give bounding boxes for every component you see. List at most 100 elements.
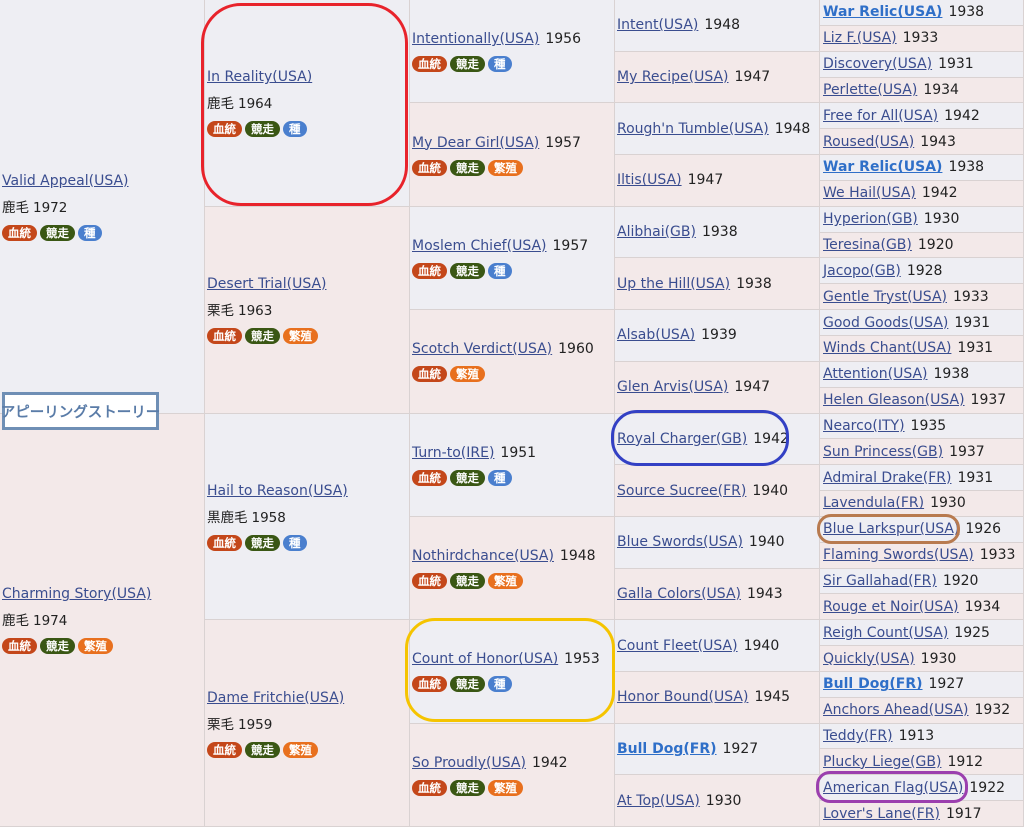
horse-name-link[interactable]: American Flag(USA) [823, 780, 963, 796]
horse-name-link[interactable]: Turn-to(IRE) [412, 445, 494, 461]
horse-name-link[interactable]: Winds Chant(USA) [823, 340, 951, 356]
horse-name-link[interactable]: We Hail(USA) [823, 185, 916, 201]
badge-race[interactable]: 競走 [450, 676, 485, 693]
badge-blood[interactable]: 血統 [412, 573, 447, 590]
badge-blood[interactable]: 血統 [412, 469, 447, 486]
badge-blood[interactable]: 血統 [207, 534, 242, 551]
horse-name-link[interactable]: My Dear Girl(USA) [412, 135, 539, 151]
horse-name-link[interactable]: Anchors Ahead(USA) [823, 702, 969, 718]
horse-name-link[interactable]: War Relic(USA) [823, 159, 942, 175]
horse-name-link[interactable]: Hail to Reason(USA) [207, 483, 348, 499]
horse-name-link[interactable]: Royal Charger(GB) [617, 431, 747, 447]
badge-blood[interactable]: 血統 [207, 741, 242, 758]
horse-name-link[interactable]: Intentionally(USA) [412, 31, 539, 47]
badge-blood[interactable]: 血統 [412, 262, 447, 279]
horse-name-link[interactable]: Count Fleet(USA) [617, 638, 738, 654]
horse-name-link[interactable]: Scotch Verdict(USA) [412, 341, 552, 357]
badge-breed[interactable]: 繁殖 [283, 741, 318, 758]
badge-race[interactable]: 競走 [40, 224, 75, 241]
horse-name-link[interactable]: Count of Honor(USA) [412, 651, 558, 667]
horse-name-link[interactable]: Helen Gleason(USA) [823, 392, 965, 408]
horse-name-link[interactable]: Nearco(ITY) [823, 418, 905, 434]
badge-blood[interactable]: 血統 [207, 328, 242, 345]
horse-name-link[interactable]: Quickly(USA) [823, 651, 915, 667]
horse-name-link[interactable]: Blue Swords(USA) [617, 534, 743, 550]
badge-blood[interactable]: 血統 [412, 366, 447, 383]
horse-name-link[interactable]: Nothirdchance(USA) [412, 548, 554, 564]
badge-race[interactable]: 競走 [450, 573, 485, 590]
badge-race[interactable]: 競走 [450, 779, 485, 796]
badge-breed[interactable]: 繁殖 [450, 366, 485, 383]
horse-name-link[interactable]: Hyperion(GB) [823, 211, 918, 227]
badge-blood[interactable]: 血統 [2, 224, 37, 241]
horse-name-link[interactable]: In Reality(USA) [207, 69, 312, 85]
horse-name-link[interactable]: Admiral Drake(FR) [823, 470, 951, 486]
badge-blood[interactable]: 血統 [207, 121, 242, 138]
horse-name-link[interactable]: My Recipe(USA) [617, 69, 729, 85]
horse-name-link[interactable]: Attention(USA) [823, 366, 928, 382]
horse-name-link[interactable]: Dame Fritchie(USA) [207, 690, 344, 706]
horse-name-link[interactable]: Glen Arvis(USA) [617, 379, 728, 395]
badge-stud[interactable]: 種 [488, 469, 512, 486]
horse-name-link[interactable]: Plucky Liege(GB) [823, 754, 941, 770]
badge-stud[interactable]: 種 [283, 534, 307, 551]
horse-name-link[interactable]: Valid Appeal(USA) [2, 173, 129, 189]
horse-name-link[interactable]: Free for All(USA) [823, 108, 938, 124]
badge-race[interactable]: 競走 [40, 638, 75, 655]
horse-name-link[interactable]: Alibhai(GB) [617, 224, 696, 240]
horse-name-link[interactable]: Source Sucree(FR) [617, 483, 746, 499]
badge-stud[interactable]: 種 [488, 676, 512, 693]
horse-name-link[interactable]: Iltis(USA) [617, 172, 682, 188]
badge-breed[interactable]: 繁殖 [488, 159, 523, 176]
horse-name-link[interactable]: Moslem Chief(USA) [412, 238, 547, 254]
badge-stud[interactable]: 種 [488, 56, 512, 73]
badge-stud[interactable]: 種 [283, 121, 307, 138]
horse-name-link[interactable]: Blue Larkspur(USA) [823, 521, 959, 537]
badge-stud[interactable]: 種 [78, 224, 102, 241]
badge-blood[interactable]: 血統 [412, 676, 447, 693]
badge-breed[interactable]: 繁殖 [78, 638, 113, 655]
horse-name-link[interactable]: Gentle Tryst(USA) [823, 289, 947, 305]
badge-breed[interactable]: 繁殖 [488, 573, 523, 590]
badge-race[interactable]: 競走 [245, 534, 280, 551]
horse-name-link[interactable]: So Proudly(USA) [412, 755, 526, 771]
horse-name-link[interactable]: War Relic(USA) [823, 4, 942, 20]
badge-race[interactable]: 競走 [245, 741, 280, 758]
horse-name-link[interactable]: Lavendula(FR) [823, 495, 924, 511]
horse-name-link[interactable]: Lover's Lane(FR) [823, 806, 940, 822]
horse-name-link[interactable]: Rough'n Tumble(USA) [617, 121, 769, 137]
horse-name-link[interactable]: Teresina(GB) [823, 237, 912, 253]
badge-race[interactable]: 競走 [450, 469, 485, 486]
horse-name-link[interactable]: Teddy(FR) [823, 728, 893, 744]
horse-name-link[interactable]: Flaming Swords(USA) [823, 547, 974, 563]
horse-name-link[interactable]: Alsab(USA) [617, 327, 695, 343]
horse-name-link[interactable]: Charming Story(USA) [2, 586, 151, 602]
horse-name-link[interactable]: Honor Bound(USA) [617, 689, 748, 705]
badge-stud[interactable]: 種 [488, 262, 512, 279]
badge-blood[interactable]: 血統 [412, 159, 447, 176]
horse-name-link[interactable]: Bull Dog(FR) [617, 741, 717, 757]
horse-name-link[interactable]: Reigh Count(USA) [823, 625, 948, 641]
badge-blood[interactable]: 血統 [412, 779, 447, 796]
badge-race[interactable]: 競走 [450, 262, 485, 279]
badge-breed[interactable]: 繁殖 [488, 779, 523, 796]
horse-name-link[interactable]: Intent(USA) [617, 17, 698, 33]
badge-breed[interactable]: 繁殖 [283, 328, 318, 345]
horse-name-link[interactable]: Desert Trial(USA) [207, 276, 327, 292]
horse-name-link[interactable]: Jacopo(GB) [823, 263, 901, 279]
badge-blood[interactable]: 血統 [2, 638, 37, 655]
horse-name-link[interactable]: Bull Dog(FR) [823, 676, 923, 692]
horse-name-link[interactable]: Perlette(USA) [823, 82, 917, 98]
horse-name-link[interactable]: Galla Colors(USA) [617, 586, 741, 602]
horse-name-link[interactable]: Roused(USA) [823, 134, 914, 150]
horse-name-link[interactable]: Liz F.(USA) [823, 30, 897, 46]
horse-name-link[interactable]: Sir Gallahad(FR) [823, 573, 937, 589]
badge-race[interactable]: 競走 [245, 121, 280, 138]
badge-race[interactable]: 競走 [450, 56, 485, 73]
badge-race[interactable]: 競走 [450, 159, 485, 176]
horse-name-link[interactable]: Sun Princess(GB) [823, 444, 943, 460]
badge-blood[interactable]: 血統 [412, 56, 447, 73]
horse-name-link[interactable]: Discovery(USA) [823, 56, 932, 72]
horse-name-link[interactable]: Up the Hill(USA) [617, 276, 730, 292]
badge-race[interactable]: 競走 [245, 328, 280, 345]
